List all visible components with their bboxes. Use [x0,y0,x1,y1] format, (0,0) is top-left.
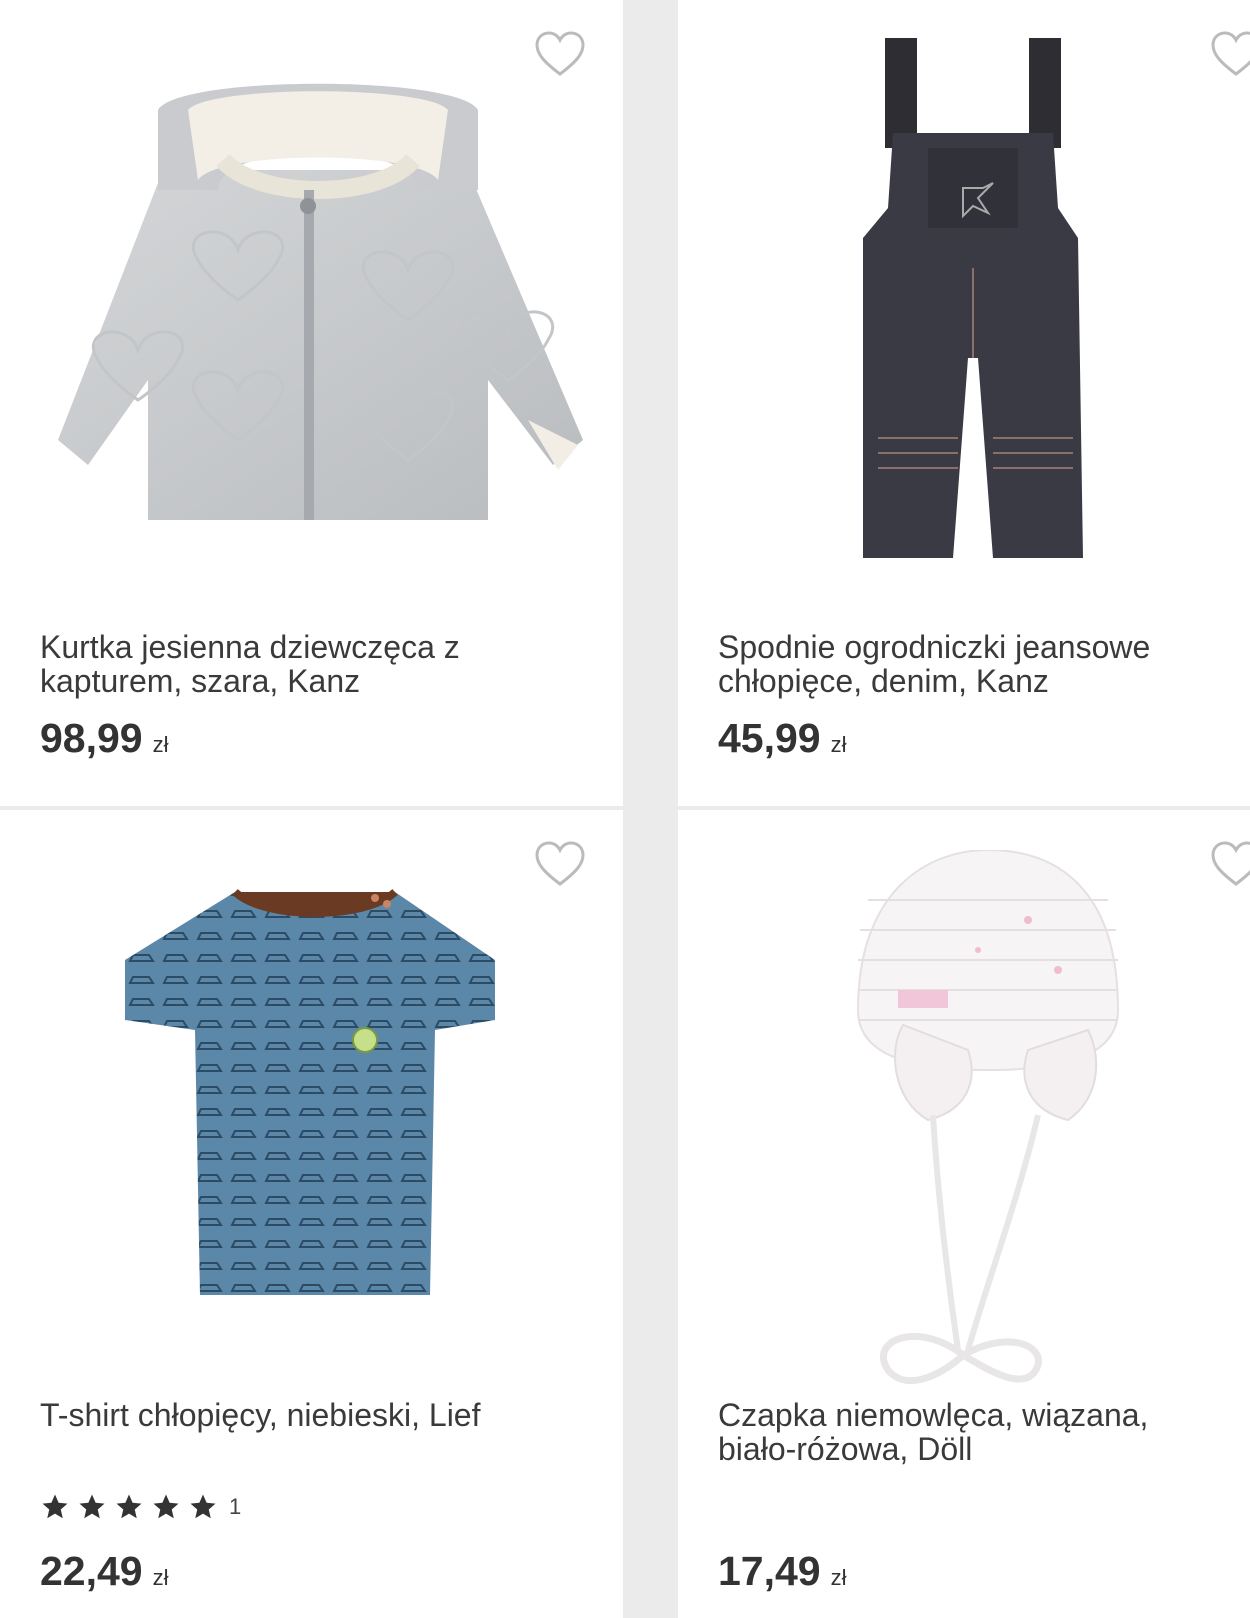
denim-overalls-image[interactable] [853,38,1093,573]
rating-stars: 1 [40,1492,241,1522]
star-icon [116,1494,142,1519]
product-price: 17,49 zł [718,1548,847,1595]
price-value: 22,49 [40,1548,143,1594]
star-icon [42,1494,68,1519]
star-icon [79,1494,105,1519]
product-card[interactable]: Kurtka jesienna dziewczęca z kapturem, s… [0,0,623,806]
heart-icon[interactable] [1210,30,1250,78]
price-currency: zł [152,1565,169,1590]
product-title[interactable]: Spodnie ogrodniczki jeansowe chłopięce, … [718,630,1218,698]
product-title[interactable]: Czapka niemowlęca, wiązana, biało-różowa… [718,1398,1218,1466]
white-pink-baby-hat-image[interactable] [848,850,1128,1410]
product-price: 22,49 zł [40,1548,169,1595]
product-card[interactable]: T-shirt chłopięcy, niebieski, Lief 1 22,… [0,810,623,1618]
product-title[interactable]: Kurtka jesienna dziewczęca z kapturem, s… [40,630,560,698]
product-price: 45,99 zł [718,715,847,762]
price-value: 45,99 [718,715,821,761]
product-title[interactable]: T-shirt chłopięcy, niebieski, Lief [40,1398,560,1432]
grey-quilted-jacket-image[interactable] [38,80,588,540]
price-value: 98,99 [40,715,143,761]
blue-car-print-tshirt-image[interactable] [125,880,505,1300]
star-icon [190,1494,216,1519]
price-value: 17,49 [718,1548,821,1594]
heart-icon[interactable] [534,840,586,888]
price-currency: zł [830,732,847,757]
price-currency: zł [152,732,169,757]
review-count: 1 [229,1494,242,1519]
heart-icon[interactable] [534,30,586,78]
product-card[interactable]: Czapka niemowlęca, wiązana, biało-różowa… [678,810,1250,1618]
product-price: 98,99 zł [40,715,169,762]
price-currency: zł [830,1565,847,1590]
product-card[interactable]: Spodnie ogrodniczki jeansowe chłopięce, … [678,0,1250,806]
star-icon [153,1494,179,1519]
heart-icon[interactable] [1210,840,1250,888]
